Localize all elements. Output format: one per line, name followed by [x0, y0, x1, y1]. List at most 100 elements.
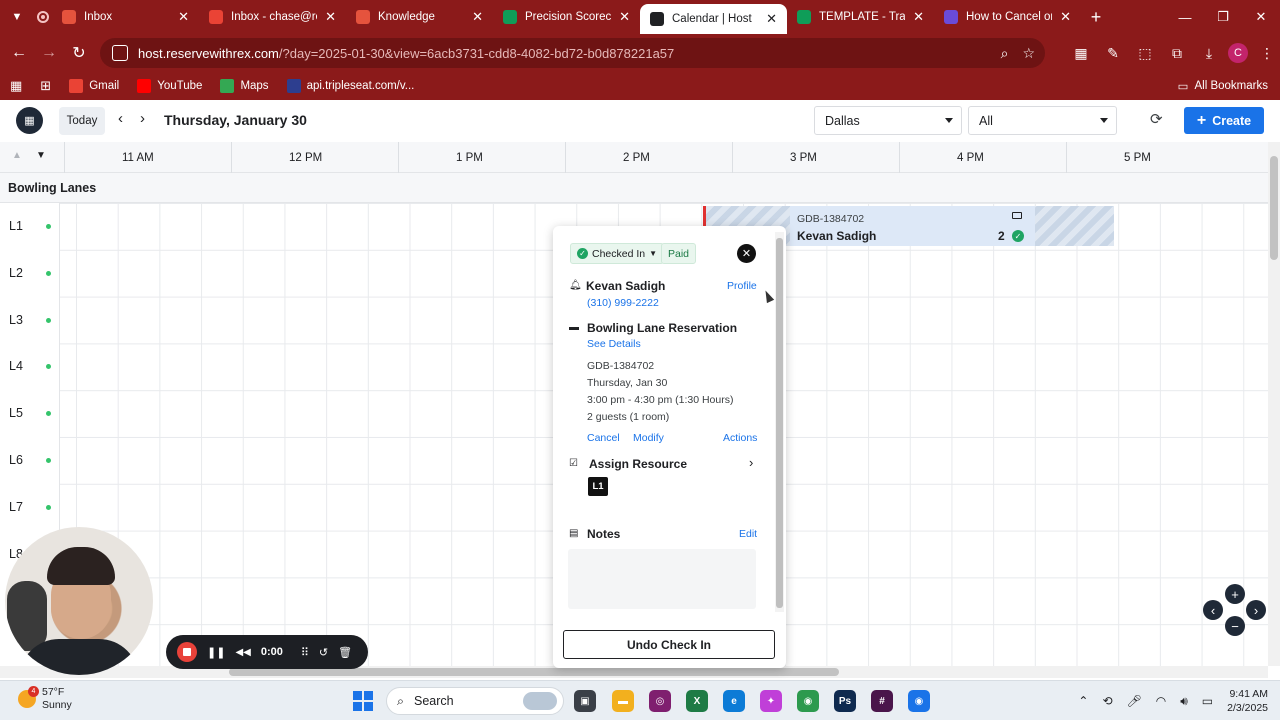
taskbar-clock[interactable]: 9:41 AM 2/3/2025 [1227, 687, 1268, 715]
taskbar-search[interactable]: ⌕ Search [386, 687, 564, 715]
actions-link[interactable]: Actions [723, 432, 757, 444]
browser-tab[interactable]: How to Cancel or R ✕ [934, 0, 1081, 34]
trash-icon[interactable]: 🗑︎ [338, 646, 352, 659]
filter-select[interactable]: All [968, 106, 1117, 135]
tab-close-icon[interactable]: ✕ [619, 9, 630, 25]
popover-scrollbar[interactable] [775, 232, 784, 612]
prev-day-chevron-icon[interactable]: ‹ [118, 110, 123, 127]
new-tab-button[interactable]: + [1081, 7, 1111, 28]
zoom-lens-icon[interactable]: ⌕ [1001, 45, 1009, 62]
slack-icon[interactable]: # [871, 690, 893, 712]
weather-widget[interactable]: 4 57°F Sunny [18, 686, 72, 712]
show-hidden-icons-chevron-icon[interactable]: ⌃ [1078, 694, 1088, 708]
refresh-icon[interactable]: ⟳ [1150, 110, 1163, 128]
reload-icon[interactable]: ↻ [64, 43, 94, 63]
section-title: Bowling Lanes [8, 181, 97, 195]
create-button[interactable]: + Create [1184, 107, 1264, 134]
edge-icon[interactable]: e [723, 690, 745, 712]
tab-close-icon[interactable]: ✕ [913, 9, 924, 25]
pause-icon[interactable]: ❚❚ [207, 646, 225, 659]
scroll-right-chevron-icon[interactable]: › [1246, 600, 1266, 620]
tab-close-icon[interactable]: ✕ [472, 9, 483, 25]
tab-groups-icon[interactable]: ⊞ [40, 78, 51, 94]
photoshop-icon[interactable]: Ps [834, 690, 856, 712]
vertical-scrollbar[interactable] [1268, 142, 1280, 666]
sync-icon[interactable]: ⟲ [1102, 694, 1112, 708]
excel-icon[interactable]: X [686, 690, 708, 712]
restore-icon[interactable]: ❐ [1204, 9, 1242, 25]
all-bookmarks-button[interactable]: ▭ All Bookmarks [1178, 79, 1268, 93]
site-info-icon[interactable] [112, 45, 128, 61]
browser-tab[interactable]: Inbox - chase@rese ✕ [199, 0, 346, 34]
extension-crop-icon[interactable]: ⬚ [1132, 45, 1158, 62]
stop-recording-button[interactable] [177, 642, 197, 662]
restart-icon[interactable]: ↺ [319, 646, 328, 659]
close-window-icon[interactable]: ✕ [1242, 9, 1280, 25]
extensions-puzzle-icon[interactable]: ⧉ [1164, 45, 1190, 62]
apps-grid-icon[interactable]: ▦ [10, 78, 22, 94]
undo-check-in-button[interactable]: Undo Check In [563, 630, 775, 659]
section-header[interactable]: Bowling Lanes [0, 173, 1268, 203]
app-menu-grid-icon[interactable]: ▦ [16, 107, 43, 134]
today-button[interactable]: Today [59, 107, 105, 135]
forward-arrow-icon[interactable]: → [34, 44, 64, 62]
scroll-left-chevron-icon[interactable]: ‹ [1203, 600, 1223, 620]
reservation-block-body[interactable]: GDB-1384702 Kevan Sadigh 2 ✓ [790, 206, 1035, 246]
browser-menu-icon[interactable]: ⋮ [1254, 45, 1280, 62]
bookmark-item[interactable]: Gmail [69, 79, 119, 93]
browser-tab[interactable]: Knowledge ✕ [346, 0, 493, 34]
tab-search-chevron-icon[interactable]: ▼ [0, 0, 34, 34]
modify-link[interactable]: Modify [633, 432, 664, 444]
bookmark-item[interactable]: Maps [220, 79, 269, 93]
browser-tab[interactable]: Inbox ✕ [52, 0, 199, 34]
extension-grid-icon[interactable]: ▦ [1068, 45, 1094, 62]
rewind-icon[interactable]: ◀◀ [235, 647, 250, 658]
tab-close-icon[interactable]: ✕ [178, 9, 189, 25]
chevron-right-icon[interactable]: › [749, 455, 753, 470]
window-controls: — ❐ ✕ [1166, 0, 1280, 34]
battery-icon[interactable]: ▭ [1202, 694, 1213, 708]
assign-resource-label[interactable]: Assign Resource [589, 457, 687, 471]
grid-dots-icon[interactable]: ⠿ [301, 646, 309, 659]
download-icon[interactable]: ⤓ [1196, 45, 1222, 62]
close-icon[interactable]: ✕ [737, 244, 756, 263]
tab-close-icon[interactable]: ✕ [325, 9, 336, 25]
task-view-icon[interactable]: ▣ [574, 690, 596, 712]
edit-notes-link[interactable]: Edit [739, 528, 757, 540]
chrome-profile-icon[interactable]: ◉ [908, 690, 930, 712]
next-day-chevron-icon[interactable]: › [140, 110, 145, 127]
extension-pen-icon[interactable]: ✎ [1100, 45, 1126, 62]
chevron-down-icon[interactable]: ▼ [36, 150, 46, 161]
tab-close-icon[interactable]: ✕ [766, 11, 777, 27]
cancel-link[interactable]: Cancel [587, 432, 620, 444]
volume-icon[interactable]: 🔊︎ [1180, 694, 1188, 709]
browser-tab[interactable]: Calendar | Host ✕ [640, 4, 787, 34]
bookmark-star-icon[interactable]: ☆ [1022, 45, 1035, 62]
status-dropdown[interactable]: ✓ Checked In ▼ [570, 243, 665, 264]
weather-badge: 4 [28, 686, 39, 697]
zoom-out-icon[interactable]: − [1225, 616, 1245, 636]
minimize-icon[interactable]: — [1166, 10, 1204, 25]
bookmark-item[interactable]: YouTube [137, 79, 202, 93]
profile-link[interactable]: Profile [727, 280, 757, 292]
tab-close-icon[interactable]: ✕ [1060, 9, 1071, 25]
back-arrow-icon[interactable]: ← [4, 44, 34, 62]
photos-icon[interactable]: ◎ [649, 690, 671, 712]
bookmark-item[interactable]: api.tripleseat.com/v... [286, 79, 414, 93]
browser-tab[interactable]: Precision Scorecard ✕ [493, 0, 640, 34]
phone-link[interactable]: (310) 999-2222 [587, 297, 659, 309]
zoom-in-icon[interactable]: + [1225, 584, 1245, 604]
copilot-icon[interactable]: ✦ [760, 690, 782, 712]
wifi-icon[interactable]: ◠ [1156, 694, 1166, 708]
url-omnibox[interactable]: host.reservewithrex.com/?day=2025-01-30&… [100, 38, 1045, 68]
chevron-up-icon[interactable]: ▲ [12, 150, 22, 161]
microphone-icon[interactable]: 🎤︎ [1127, 694, 1142, 708]
chrome-icon[interactable]: ◉ [797, 690, 819, 712]
lane-label: L7 [9, 499, 23, 514]
start-windows-icon[interactable] [353, 691, 373, 711]
location-select[interactable]: Dallas [814, 106, 962, 135]
see-details-link[interactable]: See Details [587, 338, 641, 350]
profile-avatar[interactable]: C [1228, 43, 1248, 63]
browser-tab[interactable]: TEMPLATE - Trainin ✕ [787, 0, 934, 34]
file-explorer-icon[interactable]: ▬ [612, 690, 634, 712]
